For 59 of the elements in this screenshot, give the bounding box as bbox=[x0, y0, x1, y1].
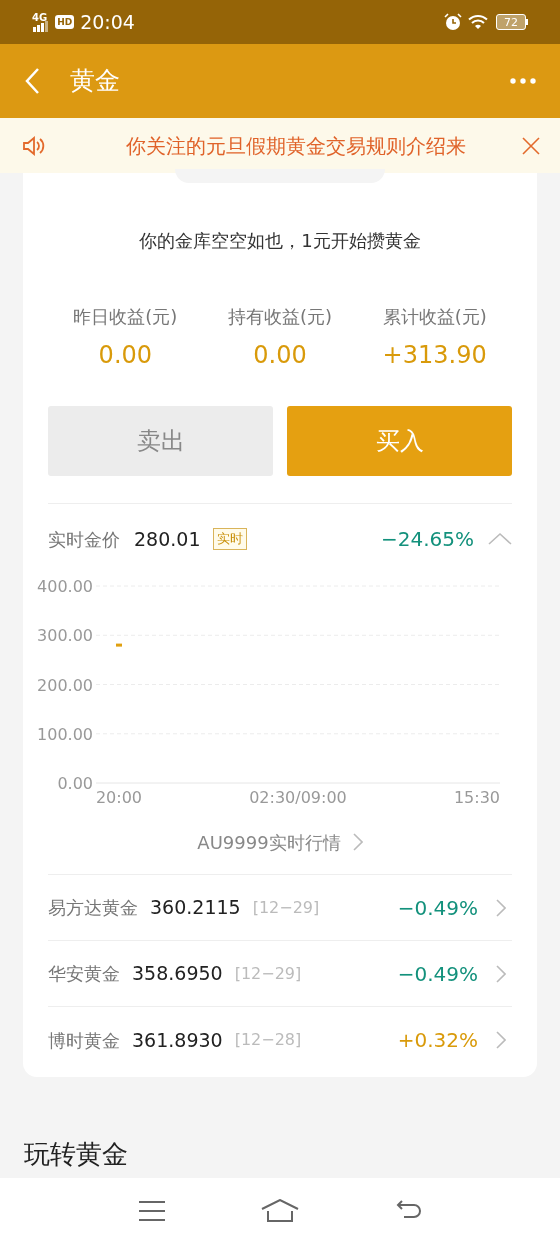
realtime-change: −24.65% bbox=[380, 526, 474, 553]
fund-change: −0.49% bbox=[397, 894, 478, 922]
market-link[interactable]: AU9999实时行情 bbox=[197, 828, 341, 856]
price-point bbox=[116, 643, 122, 647]
fund-price: 360.2115 bbox=[150, 895, 241, 921]
fund-name: 华安黄金 bbox=[48, 962, 120, 986]
chevron-icon bbox=[496, 964, 506, 983]
y-axis-label: 0.00 bbox=[57, 774, 93, 793]
fund-date: [12−29] bbox=[252, 896, 320, 919]
empty-vault-message: 你的金库空空如也，1元开始攒黄金 bbox=[139, 230, 421, 251]
fund-row[interactable]: 易方达黄金 360.2115 [12−29] −0.49% bbox=[48, 875, 512, 941]
chevron-icon bbox=[352, 833, 363, 851]
stat-label: 累计收益(元) bbox=[382, 305, 487, 329]
alarm-icon bbox=[444, 13, 462, 31]
back-icon[interactable] bbox=[24, 67, 40, 95]
notice-text[interactable]: 你关注的元旦假期黄金交易规则介绍来 bbox=[126, 133, 466, 158]
more-icon[interactable] bbox=[510, 78, 536, 84]
clock-time: 20:04 bbox=[80, 9, 135, 35]
y-axis-label: 100.00 bbox=[37, 724, 93, 744]
hd-badge: HD bbox=[55, 15, 75, 29]
fund-row[interactable]: 博时黄金 361.8930 [12−28] +0.32% bbox=[48, 1007, 512, 1073]
buy-button[interactable]: 买入 bbox=[287, 406, 512, 476]
speaker-icon bbox=[22, 135, 46, 156]
x-axis-label: 02:30/09:00 bbox=[249, 788, 347, 807]
menu-icon[interactable] bbox=[137, 1200, 166, 1222]
fund-date: [12−28] bbox=[234, 1029, 302, 1051]
chevron-icon bbox=[496, 898, 506, 917]
realtime-label: 实时金价 bbox=[48, 527, 120, 552]
chevron-icon bbox=[496, 1031, 506, 1049]
fund-price: 358.6950 bbox=[132, 961, 223, 987]
fund-date: [12−29] bbox=[234, 962, 302, 985]
section-title: 玩转黄金 bbox=[24, 1139, 128, 1169]
y-axis-label: 300.00 bbox=[37, 626, 93, 646]
fund-price: 361.8930 bbox=[132, 1027, 223, 1053]
signal-icon bbox=[33, 20, 50, 32]
stat-value: 0.00 bbox=[98, 340, 153, 370]
fund-change: +0.32% bbox=[397, 1027, 478, 1054]
stat-label: 持有收益(元) bbox=[227, 305, 332, 329]
stat-value: +313.90 bbox=[382, 340, 487, 370]
y-axis-label: 400.00 bbox=[37, 577, 93, 596]
y-axis-label: 200.00 bbox=[37, 675, 93, 695]
sell-button[interactable]: 卖出 bbox=[48, 406, 273, 476]
fund-name: 博时黄金 bbox=[48, 1028, 120, 1053]
collapse-icon[interactable] bbox=[488, 532, 512, 546]
close-icon[interactable] bbox=[522, 136, 540, 155]
x-axis-label: 15:30 bbox=[453, 788, 500, 807]
page-title: 黄金 bbox=[70, 65, 120, 98]
stat-value: 0.00 bbox=[253, 340, 307, 370]
x-axis-label: 20:00 bbox=[95, 788, 143, 807]
wifi-icon bbox=[468, 14, 488, 30]
network-label: 4G bbox=[32, 13, 48, 23]
battery-level: 72 bbox=[504, 16, 518, 28]
fund-name: 易方达黄金 bbox=[48, 896, 138, 920]
fund-change: −0.49% bbox=[397, 960, 478, 988]
realtime-badge: 实时 bbox=[213, 528, 248, 550]
stat-label: 昨日收益(元) bbox=[73, 305, 178, 329]
fund-row[interactable]: 华安黄金 358.6950 [12−29] −0.49% bbox=[48, 941, 512, 1007]
realtime-price: 280.01 bbox=[134, 526, 201, 552]
home-icon[interactable] bbox=[261, 1199, 299, 1223]
